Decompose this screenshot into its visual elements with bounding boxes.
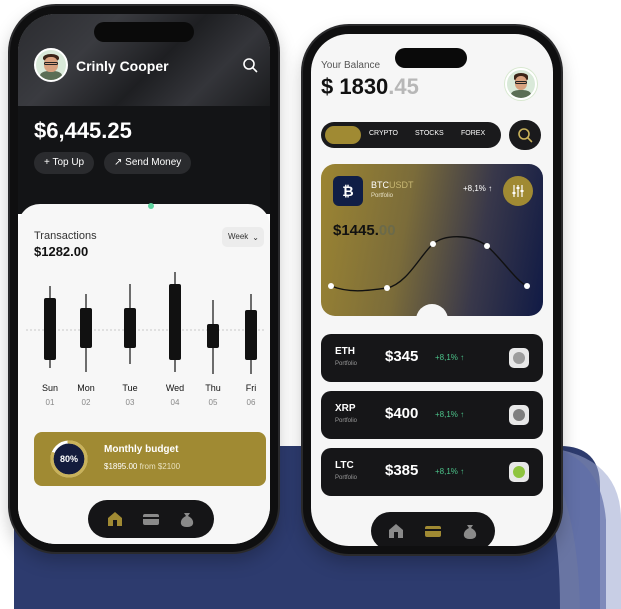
- coin-symbol: XRP: [335, 403, 356, 414]
- coin-change: +8,1% ↑: [435, 410, 465, 419]
- day-label: Mon: [77, 383, 95, 393]
- home-icon[interactable]: [106, 510, 124, 528]
- coin-price: $400: [385, 405, 419, 422]
- chart-point: [484, 243, 490, 249]
- balance-cents: .45: [388, 74, 419, 99]
- phone-notch: [94, 22, 194, 42]
- coin-change: +8,1% ↑: [435, 467, 465, 476]
- btc-pair: BTCUSDT: [371, 180, 414, 190]
- btc-settings-button[interactable]: [503, 176, 533, 206]
- balance-label: Your Balance: [321, 60, 381, 71]
- budget-amount: $1895.00 from $2100: [104, 462, 180, 471]
- candle-sun: [44, 286, 56, 368]
- coin-card-ltc[interactable]: LTC Portfolio $385 +8,1% ↑: [321, 448, 543, 496]
- day-label: Thu: [205, 383, 221, 393]
- filter-tab-stocks[interactable]: STOCKS: [415, 130, 444, 137]
- candle-thu: [207, 300, 219, 374]
- day-label: Sun: [41, 383, 58, 393]
- budget-limit: from $2100: [139, 462, 181, 471]
- day-number: 03: [125, 398, 135, 407]
- candle-tue: [124, 284, 136, 364]
- crypto-balance: $ 1830.45: [321, 74, 419, 100]
- btc-subtitle: Portfolio: [371, 193, 394, 199]
- card-icon[interactable]: [424, 522, 442, 540]
- coin-price: $345: [385, 348, 419, 365]
- period-select[interactable]: Week ⌄: [222, 227, 264, 247]
- ethereum-icon: [509, 348, 529, 368]
- phone-crypto: Your Balance $ 1830.45 CRYPTO STOCKS FOR…: [303, 26, 561, 554]
- avatar[interactable]: [505, 68, 537, 100]
- budget-spent: $1895.00: [104, 462, 138, 471]
- wallet-balance: $6,445.25: [34, 118, 132, 143]
- bottom-tab-bar: [88, 500, 214, 538]
- search-icon: [518, 128, 533, 143]
- litecoin-icon: [509, 462, 529, 482]
- btc-change: +8,1% ↑: [463, 184, 493, 193]
- coin-subtitle: Portfolio: [335, 361, 358, 367]
- chart-point: [524, 283, 530, 289]
- top-up-button[interactable]: + Top Up: [34, 152, 95, 174]
- avatar[interactable]: [34, 48, 68, 82]
- day-number: 05: [208, 398, 218, 407]
- chart-point: [430, 241, 436, 247]
- moneybag-icon[interactable]: [461, 522, 479, 540]
- day-number: 04: [170, 398, 180, 407]
- online-indicator: [148, 203, 154, 209]
- phone-notch: [395, 48, 467, 68]
- chevron-down-icon: ⌄: [252, 233, 259, 242]
- coin-subtitle: Portfolio: [335, 475, 358, 481]
- coin-subtitle: Portfolio: [335, 418, 358, 424]
- coin-symbol: LTC: [335, 460, 354, 471]
- home-icon[interactable]: [387, 522, 405, 540]
- day-label: Tue: [122, 383, 138, 393]
- candle-mon: [80, 294, 92, 372]
- day-number: 06: [246, 398, 256, 407]
- send-money-button[interactable]: ↗ Send Money: [104, 152, 192, 174]
- market-filter-bar: CRYPTO STOCKS FOREX: [321, 122, 501, 148]
- chart-point: [384, 285, 390, 291]
- wallet-screen: Crinly Cooper $6,445.25 + Top Up ↗ Send …: [18, 14, 270, 544]
- candle-wed: [169, 272, 181, 372]
- coin-card-xrp[interactable]: XRP Portfolio $400 +8,1% ↑: [321, 391, 543, 439]
- filter-tab-forex[interactable]: FOREX: [461, 130, 485, 137]
- day-label: Wed: [165, 383, 185, 393]
- balance-whole: $ 1830: [321, 74, 389, 99]
- coin-price: $385: [385, 462, 419, 479]
- btc-portfolio-card[interactable]: ₿ BTCUSDT Portfolio +8,1% ↑ $1445.00: [321, 164, 543, 316]
- coin-change: +8,1% ↑: [435, 353, 465, 362]
- market-search-button[interactable]: [509, 120, 541, 150]
- crypto-screen: Your Balance $ 1830.45 CRYPTO STOCKS FOR…: [311, 34, 553, 546]
- btc-pair-quote: USDT: [389, 180, 414, 190]
- sliders-icon: [512, 185, 524, 197]
- phone-wallet: Crinly Cooper $6,445.25 + Top Up ↗ Send …: [10, 6, 278, 552]
- wallet-header: [18, 14, 270, 214]
- period-select-value: Week: [228, 232, 249, 241]
- chart-point: [328, 283, 334, 289]
- moneybag-icon[interactable]: [178, 510, 196, 528]
- coin-symbol: ETH: [335, 346, 355, 357]
- monthly-budget-card[interactable]: 80% Monthly budget $1895.00 from $2100: [34, 432, 266, 486]
- filter-tab-crypto[interactable]: CRYPTO: [369, 130, 398, 137]
- ripple-icon: [509, 405, 529, 425]
- day-number: 01: [45, 398, 55, 407]
- candle-fri: [245, 294, 257, 374]
- card-icon[interactable]: [142, 510, 160, 528]
- filter-active-pill[interactable]: [325, 126, 361, 144]
- user-name: Crinly Cooper: [76, 58, 169, 74]
- budget-title: Monthly budget: [104, 444, 179, 455]
- budget-percent: 80%: [59, 454, 78, 464]
- btc-line-chart: [328, 236, 530, 292]
- transactions-amount: $1282.00: [34, 244, 89, 259]
- bitcoin-icon: ₿: [333, 176, 363, 206]
- transactions-label: Transactions: [34, 230, 97, 242]
- day-label: Fri: [245, 383, 257, 393]
- search-icon[interactable]: [242, 57, 258, 73]
- coin-card-eth[interactable]: ETH Portfolio $345 +8,1% ↑: [321, 334, 543, 382]
- day-number: 02: [81, 398, 91, 407]
- btc-pair-base: BTC: [371, 180, 389, 190]
- bottom-tab-bar: [371, 512, 495, 546]
